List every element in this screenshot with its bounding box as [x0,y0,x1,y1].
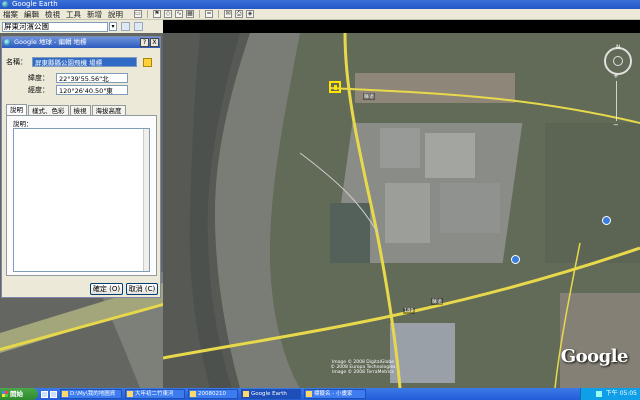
description-panel: 說明： [6,115,157,276]
search-input[interactable] [2,21,108,32]
latitude-field[interactable] [56,73,128,83]
tab-altitude[interactable]: 海拔高度 [91,105,126,115]
ruler-icon[interactable]: ═ [205,10,213,18]
description-label: 說明： [13,120,33,128]
map-road-label: 縣道 [363,93,376,100]
overlay-icon[interactable]: ▦ [186,10,194,18]
menu-tools[interactable]: 工具 [63,9,84,20]
taskbar-item-label: 標籤名 - 小畫家 [314,391,353,397]
search-row: ▾ [0,20,163,33]
google-earth-icon [243,391,249,397]
description-textarea[interactable] [13,128,150,272]
toggle-panel-icon[interactable] [134,22,143,31]
folder-icon [190,391,196,397]
taskbar-item-active[interactable]: Google Earth [241,389,301,399]
navigation-compass[interactable]: N [604,44,632,75]
taskbar-item-label: 20080210 [198,391,226,397]
longitude-row: 經度： [28,85,128,95]
taskbar-item[interactable]: D:\My\我的地圖資 [60,389,122,399]
name-field[interactable] [32,57,137,67]
dialog-close-button[interactable]: X [150,38,159,47]
menu-view[interactable]: 檢視 [42,9,63,20]
taskbar-item-label: Google Earth [251,391,287,397]
description-scrollbar[interactable] [143,129,149,271]
placemark-icon[interactable]: ⚑ [153,10,161,18]
taskbar-item-label: 大年初二竹東河 [135,391,174,397]
map-copyright: Image © 2008 DigitalGlobe © 2008 Europa … [330,360,396,375]
windows-logo-icon [2,391,8,397]
search-go-icon[interactable] [121,22,130,31]
placemark-marker[interactable] [329,81,341,93]
sidebar-toggle-icon[interactable]: ▭ [134,10,142,18]
tab-view[interactable]: 檢視 [69,105,91,115]
google-logo: Google [560,346,629,367]
map-road-label: 189 [403,308,415,314]
name-row: 名稱： [6,57,152,67]
toolbar-separator [199,10,200,18]
latitude-row: 緯度： [28,73,128,83]
path-icon[interactable]: ∿ [175,10,183,18]
taskbar-item[interactable]: 20080210 [188,389,238,399]
longitude-label: 經度： [28,86,49,94]
google-earth-icon [2,1,9,8]
map-view[interactable]: 縣道 縣道 189 N + − Image © 2008 DigitalGlob… [163,33,640,388]
menu-bar: 檔案 編輯 檢視 工具 新增 說明 ▭ ⚑ ◇ ∿ ▦ ═ ✉ ⎙ ◈ [0,9,640,20]
quick-launch [41,390,57,398]
dialog-title: Google 地球 - 編輯 地標 [14,38,87,46]
name-label: 名稱： [6,58,27,66]
window-title: Google Earth [12,0,58,8]
toolbar-separator [147,10,148,18]
menu-edit[interactable]: 編輯 [21,9,42,20]
cancel-button[interactable]: 取消 (C) [126,283,158,295]
quick-launch-icon[interactable] [50,390,57,398]
print-icon[interactable]: ⎙ [235,10,243,18]
dialog-help-button[interactable]: ? [140,38,149,47]
taskbar: 開始 D:\My\我的地圖資 大年初二竹東河 20080210 Google E… [0,388,640,400]
quick-launch-icon[interactable] [41,390,48,398]
clock[interactable]: 下午 05:05 [606,390,637,397]
longitude-field[interactable] [56,85,128,95]
toolbar: ▭ ⚑ ◇ ∿ ▦ ═ ✉ ⎙ ◈ [134,10,254,18]
taskbar-item[interactable]: 大年初二竹東河 [125,389,185,399]
dialog-title-bar[interactable]: Google 地球 - 編輯 地標 ? X [2,37,160,48]
latitude-label: 緯度： [28,74,49,82]
ok-button[interactable]: 確定 (O) [90,283,123,295]
menu-file[interactable]: 檔案 [0,9,21,20]
satellite-imagery [163,33,640,388]
compass-north-label: N [616,44,621,51]
start-label: 開始 [10,390,23,398]
pushpin-icon[interactable] [143,57,152,67]
zoom-in-icon[interactable]: + [613,73,619,80]
edit-placemark-dialog: Google 地球 - 編輯 地標 ? X 名稱： 緯度： 經度： 說明 樣式、… [1,36,161,298]
polygon-icon[interactable]: ◇ [164,10,172,18]
menu-help[interactable]: 說明 [105,9,126,20]
menu-add[interactable]: 新增 [84,9,105,20]
highway-shield-icon [511,255,520,264]
browser-icon [127,391,133,397]
email-icon[interactable]: ✉ [224,10,232,18]
taskbar-item[interactable]: 標籤名 - 小畫家 [304,389,366,399]
zoom-slider[interactable]: + − [613,73,620,129]
start-button[interactable]: 開始 [0,388,38,400]
tab-style-color[interactable]: 樣式、色彩 [28,105,69,115]
system-tray: 下午 05:05 [580,388,640,400]
folder-icon [62,391,68,397]
maps-icon[interactable]: ◈ [246,10,254,18]
zoom-out-icon[interactable]: − [613,122,619,129]
paint-icon [306,391,312,397]
taskbar-item-label: D:\My\我的地圖資 [70,391,116,397]
tab-description[interactable]: 說明 [6,104,27,115]
search-dropdown-icon[interactable]: ▾ [109,22,117,31]
map-road-label: 縣道 [431,298,444,305]
look-joystick-icon[interactable] [613,56,623,66]
dialog-tabs: 說明 樣式、色彩 檢視 海拔高度 [6,104,127,115]
highway-shield-icon [602,216,611,225]
network-icon[interactable] [595,390,602,397]
toolbar-separator [218,10,219,18]
google-earth-icon [4,39,11,46]
